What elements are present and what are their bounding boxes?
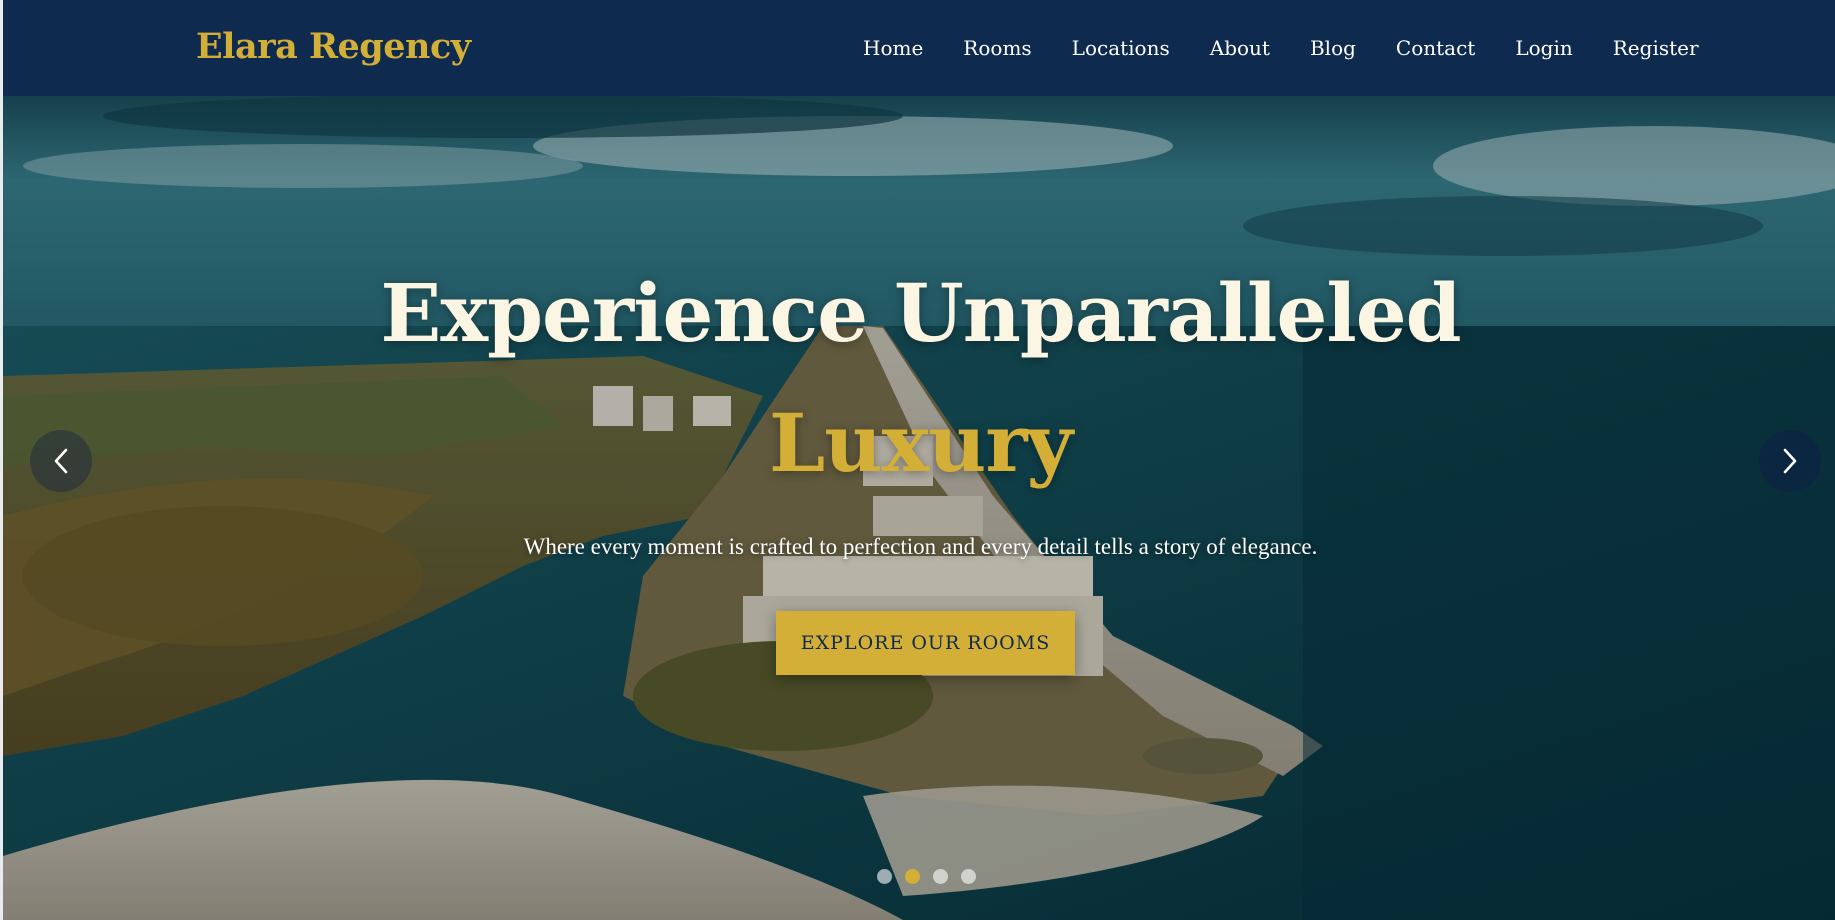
nav-locations[interactable]: Locations (1072, 36, 1170, 60)
carousel-prev-button[interactable] (30, 430, 92, 492)
nav-contact[interactable]: Contact (1396, 36, 1475, 60)
navbar: Elara Regency Home Rooms Locations About… (0, 0, 1835, 96)
hero-headline-line2: Luxury (769, 396, 1073, 490)
carousel-indicators (877, 869, 976, 884)
explore-rooms-button[interactable]: EXPLORE OUR ROOMS (776, 611, 1075, 675)
nav-rooms[interactable]: Rooms (963, 36, 1031, 60)
nav-login[interactable]: Login (1515, 36, 1572, 60)
chevron-right-icon (1783, 448, 1797, 474)
hero-headline-line1: Experience Unparalleled (380, 266, 1461, 360)
brand-logo[interactable]: Elara Regency (196, 26, 471, 67)
carousel-dot-4[interactable] (961, 869, 976, 884)
nav-home[interactable]: Home (863, 36, 923, 60)
hero-content: Experience Unparalleled Luxury Where eve… (3, 96, 1835, 920)
chevron-left-icon (54, 448, 68, 474)
carousel-dot-3[interactable] (933, 869, 948, 884)
carousel-dot-2[interactable] (905, 869, 920, 884)
carousel-dot-1[interactable] (877, 869, 892, 884)
hero-subtitle: Where every moment is crafted to perfect… (523, 534, 1318, 559)
nav-register[interactable]: Register (1613, 36, 1699, 60)
carousel-next-button[interactable] (1759, 430, 1821, 492)
main-nav: Home Rooms Locations About Blog Contact … (863, 36, 1739, 60)
hero-carousel: Experience Unparalleled Luxury Where eve… (0, 96, 1835, 920)
nav-about[interactable]: About (1210, 36, 1270, 60)
nav-blog[interactable]: Blog (1310, 36, 1356, 60)
